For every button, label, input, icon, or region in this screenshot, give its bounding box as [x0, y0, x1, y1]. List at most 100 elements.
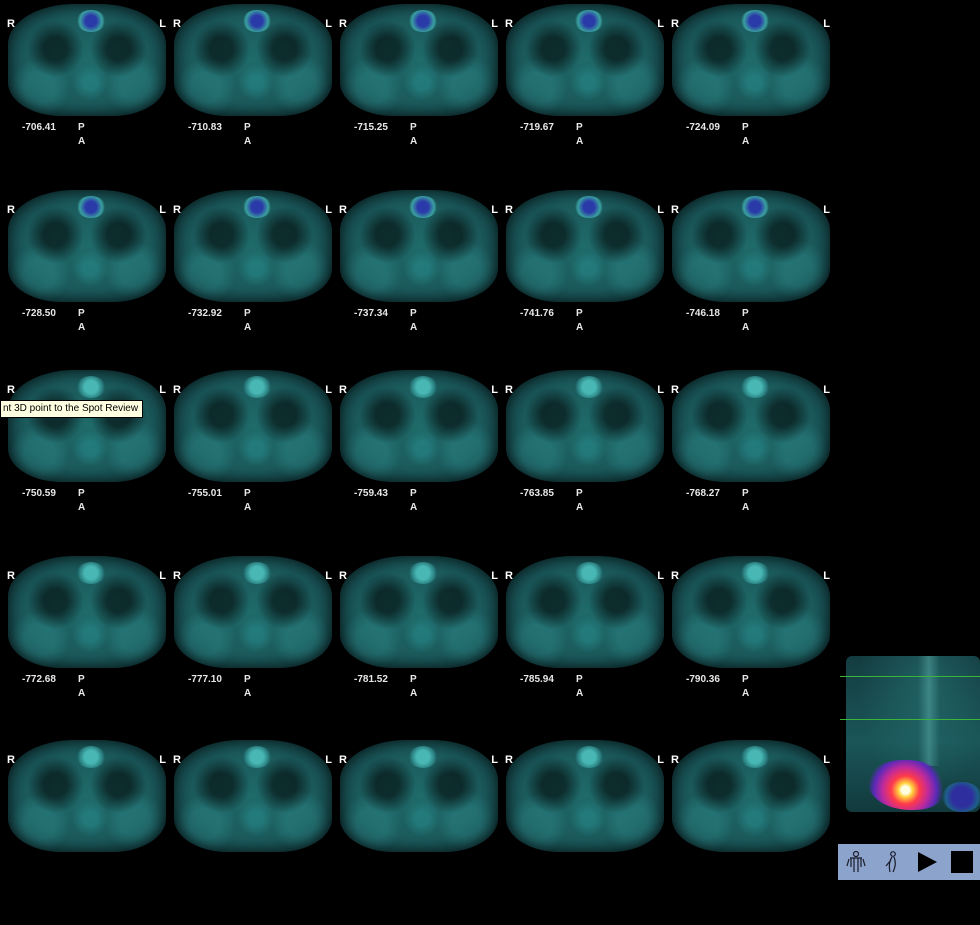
- orientation-posterior-label: P: [576, 488, 583, 499]
- orientation-left-label: L: [491, 384, 498, 396]
- slice-position-label: -759.43: [354, 488, 388, 499]
- slice-thumbnail[interactable]: R L -781.52 P A: [336, 556, 502, 741]
- orientation-anterior-label: A: [742, 136, 750, 147]
- slice-thumbnail[interactable]: R L -755.01 P A: [170, 370, 336, 555]
- orientation-anterior-label: A: [78, 322, 86, 333]
- axial-scan-image: [506, 740, 664, 852]
- axial-scan-image: [672, 4, 830, 116]
- axial-scan-image: [672, 556, 830, 668]
- orientation-left-label: L: [657, 18, 664, 30]
- axial-scan-image: [174, 370, 332, 482]
- uptake-spot: [574, 562, 604, 584]
- slice-thumbnail[interactable]: RL: [336, 740, 502, 925]
- slice-thumbnail[interactable]: R L -715.25 P A: [336, 4, 502, 189]
- slice-position-label: -732.92: [188, 308, 222, 319]
- orientation-posterior-label: P: [244, 488, 251, 499]
- axial-scan-image: [672, 370, 830, 482]
- orientation-right-label: R: [671, 570, 679, 582]
- slice-thumbnail[interactable]: RL: [502, 740, 668, 925]
- slice-thumbnail[interactable]: R L -759.43 P A: [336, 370, 502, 555]
- orientation-posterior-label: P: [576, 122, 583, 133]
- orientation-posterior-label: P: [410, 308, 417, 319]
- orientation-right-label: R: [173, 18, 181, 30]
- body-front-icon[interactable]: [842, 848, 870, 876]
- slice-thumbnail[interactable]: R L -737.34 P A: [336, 190, 502, 375]
- axial-scan-image: [340, 190, 498, 302]
- slice-thumbnail[interactable]: R L -706.41 P A: [4, 4, 170, 189]
- slice-thumbnail[interactable]: R L -710.83 P A: [170, 4, 336, 189]
- orientation-anterior-label: A: [410, 502, 418, 513]
- orientation-posterior-label: P: [78, 308, 85, 319]
- axial-scan-image: [340, 4, 498, 116]
- slice-thumbnail[interactable]: RL: [668, 740, 834, 925]
- orientation-posterior-label: P: [78, 674, 85, 685]
- axial-scan-image: [506, 190, 664, 302]
- slice-thumbnail[interactable]: R L -746.18 P A: [668, 190, 834, 375]
- orientation-left-label: L: [823, 204, 830, 216]
- axial-scan-image: [8, 190, 166, 302]
- orientation-right-label: R: [7, 18, 15, 30]
- orientation-right-label: R: [339, 570, 347, 582]
- slice-thumbnail[interactable]: RL: [170, 740, 336, 925]
- coronal-preview[interactable]: [840, 656, 980, 812]
- slice-position-label: -777.10: [188, 674, 222, 685]
- slice-thumbnail[interactable]: R L -728.50 P A: [4, 190, 170, 375]
- tooltip: nt 3D point to the Spot Review: [0, 400, 144, 418]
- uptake-spot: [574, 10, 604, 32]
- orientation-left-label: L: [159, 754, 166, 766]
- slice-thumbnail[interactable]: R L -719.67 P A: [502, 4, 668, 189]
- slice-range-top-line[interactable]: [840, 676, 980, 677]
- orientation-anterior-label: A: [576, 322, 584, 333]
- slice-thumbnail[interactable]: R L -785.94 P A: [502, 556, 668, 741]
- slice-position-label: -755.01: [188, 488, 222, 499]
- orientation-left-label: L: [657, 754, 664, 766]
- orientation-anterior-label: A: [244, 688, 252, 699]
- orientation-posterior-label: P: [244, 674, 251, 685]
- slice-thumbnail[interactable]: R L -772.68 P A: [4, 556, 170, 741]
- orientation-posterior-label: P: [244, 308, 251, 319]
- stop-icon[interactable]: [948, 848, 976, 876]
- slice-thumbnail[interactable]: RL: [4, 740, 170, 925]
- orientation-posterior-label: P: [78, 488, 85, 499]
- slice-position-label: -715.25: [354, 122, 388, 133]
- axial-scan-image: [8, 370, 166, 482]
- orientation-left-label: L: [491, 570, 498, 582]
- uptake-spot: [408, 196, 438, 218]
- orientation-left-label: L: [823, 570, 830, 582]
- orientation-left-label: L: [657, 570, 664, 582]
- orientation-left-label: L: [491, 754, 498, 766]
- orientation-anterior-label: A: [742, 688, 750, 699]
- uptake-spot: [740, 10, 770, 32]
- slice-position-label: -728.50: [22, 308, 56, 319]
- orientation-right-label: R: [173, 384, 181, 396]
- orientation-posterior-label: P: [410, 122, 417, 133]
- slice-thumbnail[interactable]: R L -724.09 P A: [668, 4, 834, 189]
- body-side-icon[interactable]: [877, 848, 905, 876]
- slice-position-label: -741.76: [520, 308, 554, 319]
- slice-thumbnail[interactable]: R L -763.85 P A: [502, 370, 668, 555]
- orientation-left-label: L: [325, 18, 332, 30]
- slice-range-bottom-line[interactable]: [840, 719, 980, 720]
- orientation-right-label: R: [7, 754, 15, 766]
- orientation-right-label: R: [505, 570, 513, 582]
- play-icon[interactable]: [913, 848, 941, 876]
- orientation-right-label: R: [173, 570, 181, 582]
- slice-thumbnail[interactable]: R L -777.10 P A: [170, 556, 336, 741]
- axial-scan-image: [506, 4, 664, 116]
- slice-thumbnail[interactable]: R L -732.92 P A: [170, 190, 336, 375]
- orientation-anterior-label: A: [78, 502, 86, 513]
- orientation-right-label: R: [173, 204, 181, 216]
- slice-position-label: -763.85: [520, 488, 554, 499]
- preview-spine: [918, 656, 940, 766]
- slice-thumbnail[interactable]: R L -768.27 P A: [668, 370, 834, 555]
- slice-thumbnail[interactable]: R L -741.76 P A: [502, 190, 668, 375]
- orientation-right-label: R: [505, 18, 513, 30]
- orientation-anterior-label: A: [742, 322, 750, 333]
- orientation-posterior-label: P: [410, 488, 417, 499]
- slice-thumbnail[interactable]: R L -790.36 P A: [668, 556, 834, 741]
- uptake-spot: [76, 746, 106, 768]
- uptake-spot: [76, 196, 106, 218]
- slice-thumbnail[interactable]: R L -750.59 P A: [4, 370, 170, 555]
- orientation-anterior-label: A: [742, 502, 750, 513]
- axial-scan-image: [8, 4, 166, 116]
